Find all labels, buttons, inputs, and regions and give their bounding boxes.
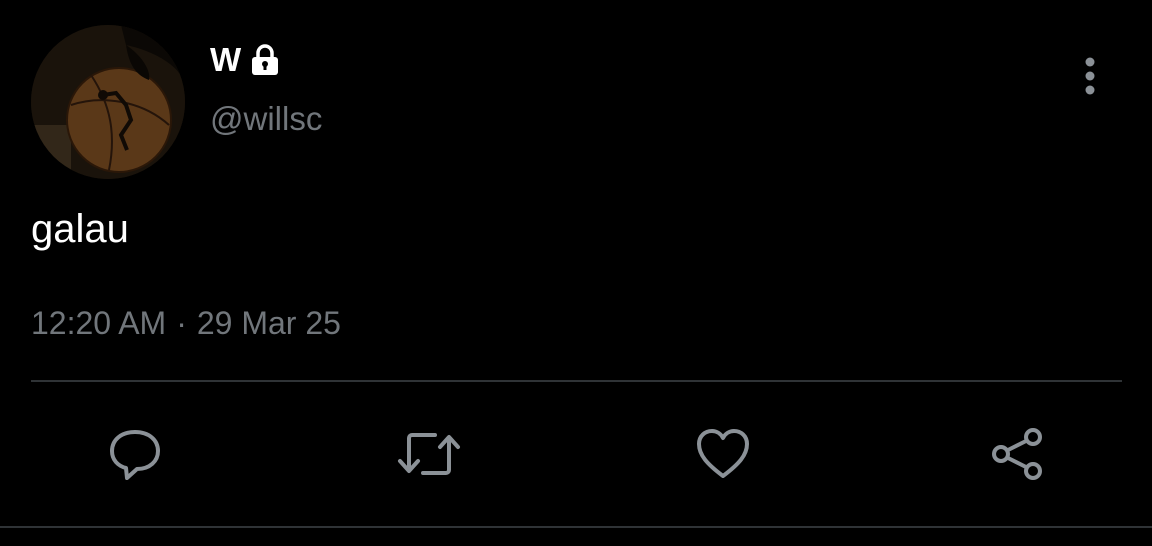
more-vertical-icon	[1085, 57, 1095, 95]
avatar[interactable]	[31, 25, 185, 179]
divider	[0, 526, 1152, 528]
retweet-button[interactable]	[395, 420, 463, 488]
tweet-date: 29 Mar 25	[196, 305, 341, 341]
more-options-button[interactable]	[1070, 54, 1110, 98]
like-button[interactable]	[689, 420, 757, 488]
timestamp-separator: ·	[176, 305, 187, 341]
tweet-timestamp[interactable]: 12:20 AM · 29 Mar 25	[31, 305, 341, 342]
display-name-row: W	[210, 40, 282, 80]
tweet-detail: W @willsc galau 12:20 AM · 29 Mar 25	[0, 0, 1152, 546]
heart-icon	[697, 429, 749, 478]
tweet-text: galau	[31, 207, 129, 251]
lock-icon	[248, 43, 282, 77]
retweet-icon	[398, 433, 460, 475]
comment-bubble-icon	[110, 430, 160, 480]
divider	[31, 380, 1122, 382]
user-handle[interactable]: @willsc	[210, 100, 322, 138]
share-button[interactable]	[983, 420, 1051, 488]
display-name[interactable]: W	[210, 41, 242, 79]
reply-button[interactable]	[101, 420, 169, 488]
share-icon	[992, 428, 1042, 480]
tweet-time: 12:20 AM	[31, 305, 167, 341]
basketball-photo	[31, 25, 185, 179]
